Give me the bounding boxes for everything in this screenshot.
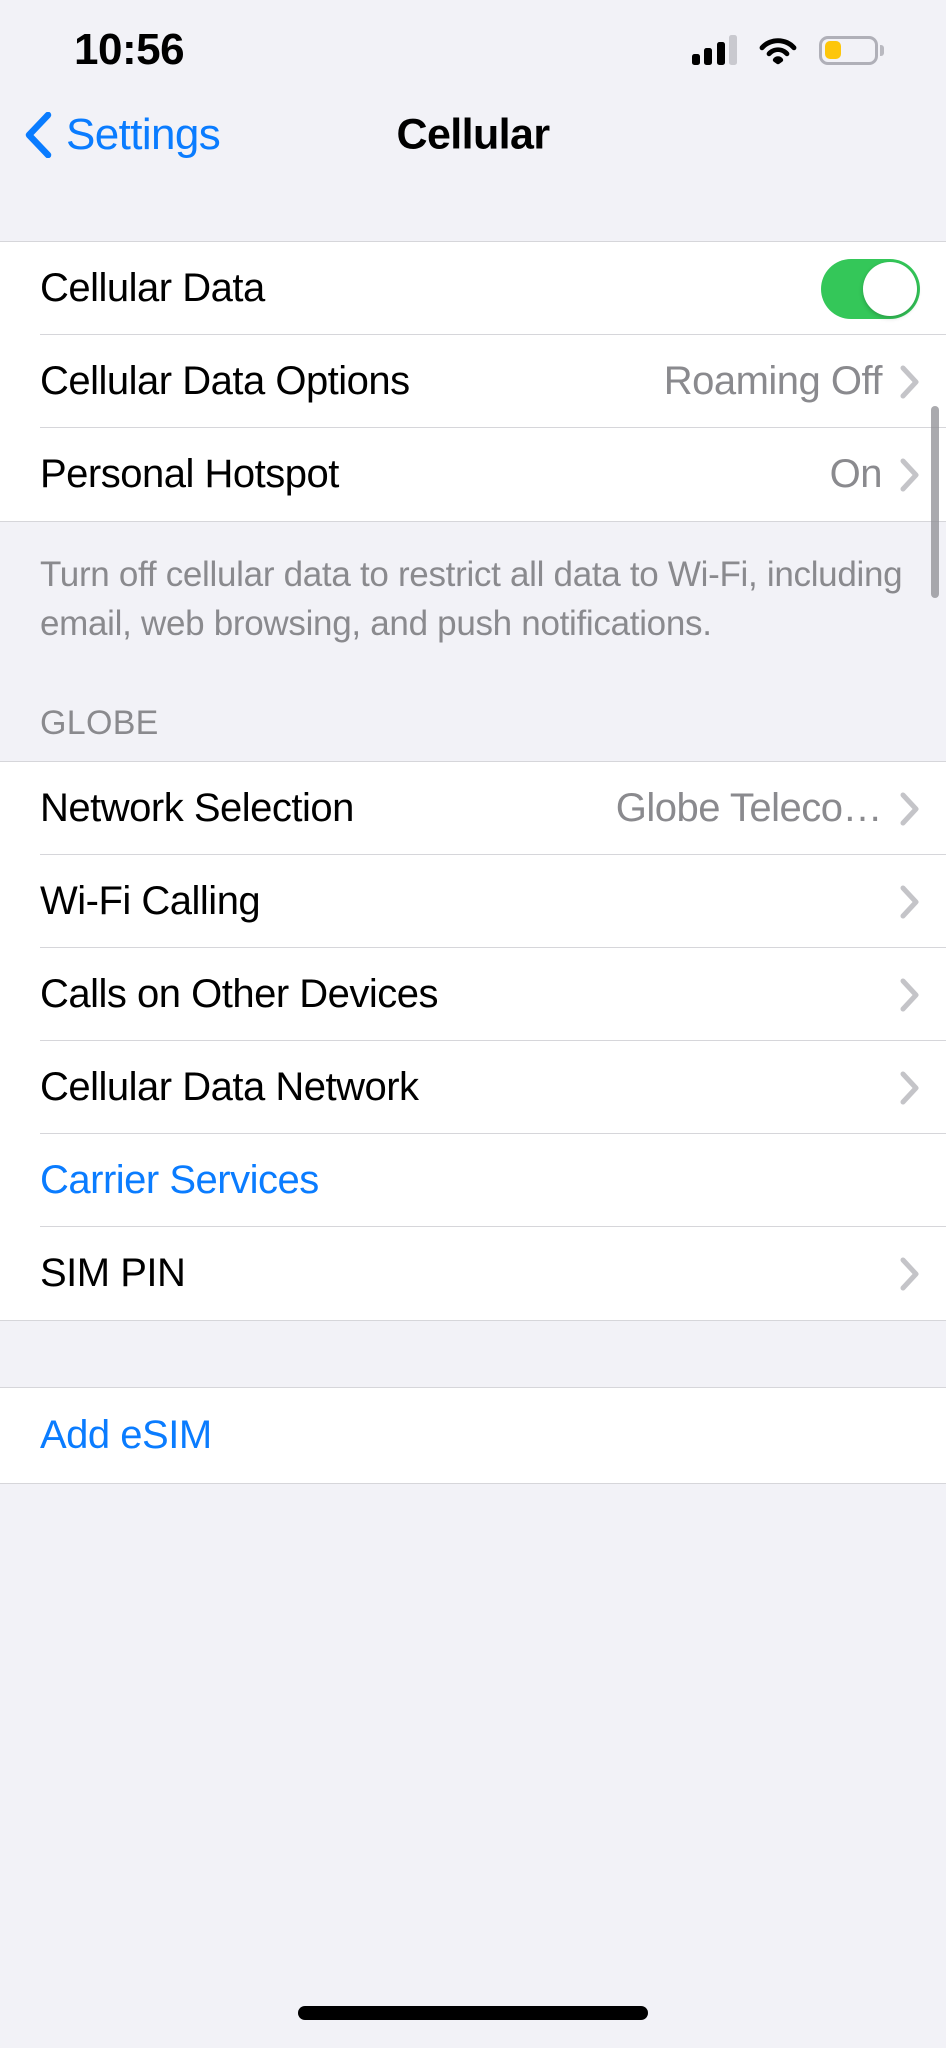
row-carrier-services[interactable]: Carrier Services [0, 1134, 946, 1227]
chevron-right-icon [900, 458, 919, 491]
row-calls-on-other-devices-label: Calls on Other Devices [40, 972, 439, 1016]
row-personal-hotspot-label: Personal Hotspot [40, 452, 339, 496]
row-network-selection[interactable]: Network Selection Globe Teleco… [0, 762, 946, 855]
top-spacer [0, 178, 946, 241]
back-button[interactable]: Settings [0, 110, 221, 160]
row-wifi-calling[interactable]: Wi-Fi Calling [0, 855, 946, 948]
row-cellular-data-network[interactable]: Cellular Data Network [0, 1041, 946, 1134]
carrier-section-header: GLOBE [0, 648, 946, 761]
chevron-right-icon [900, 792, 919, 825]
row-cellular-data-label: Cellular Data [40, 266, 265, 310]
home-indicator[interactable] [298, 2006, 648, 2020]
cellular-data-toggle[interactable] [821, 258, 920, 319]
wifi-icon [759, 38, 797, 65]
row-add-esim[interactable]: Add eSIM [0, 1388, 946, 1483]
status-bar-indicators [691, 35, 884, 65]
back-button-label: Settings [66, 110, 221, 159]
row-cellular-data-options[interactable]: Cellular Data Options Roaming Off [0, 335, 946, 428]
bottom-spacer [0, 1484, 946, 1544]
chevron-right-icon [900, 885, 919, 918]
battery-icon [819, 35, 884, 65]
row-cellular-data[interactable]: Cellular Data [0, 242, 946, 335]
row-add-esim-label: Add eSIM [40, 1413, 212, 1457]
home-indicator-area [0, 1930, 946, 2048]
status-bar-clock: 10:56 [74, 25, 185, 74]
chevron-right-icon [900, 1257, 919, 1290]
row-wifi-calling-label: Wi-Fi Calling [40, 879, 261, 923]
cellular-data-footer-text: Turn off cellular data to restrict all d… [0, 522, 946, 648]
row-sim-pin[interactable]: SIM PIN [0, 1227, 946, 1320]
chevron-right-icon [900, 365, 919, 398]
row-sim-pin-label: SIM PIN [40, 1251, 186, 1295]
cellular-signal-icon [691, 35, 737, 65]
carrier-group: Network Selection Globe Teleco… Wi-Fi Ca… [0, 761, 946, 1321]
cellular-data-footer-block: Turn off cellular data to restrict all d… [0, 522, 946, 648]
chevron-right-icon [900, 978, 919, 1011]
row-network-selection-value: Globe Teleco… [615, 786, 883, 830]
navigation-bar: Settings Cellular [0, 92, 946, 178]
row-network-selection-label: Network Selection [40, 786, 354, 830]
row-personal-hotspot[interactable]: Personal Hotspot On [0, 428, 946, 521]
vertical-scrollbar[interactable] [931, 406, 939, 598]
row-calls-on-other-devices[interactable]: Calls on Other Devices [0, 948, 946, 1041]
row-personal-hotspot-value: On [829, 452, 883, 496]
chevron-right-icon [900, 1071, 919, 1104]
esim-group: Add eSIM [0, 1387, 946, 1484]
status-bar: 10:56 [0, 0, 946, 92]
chevron-left-icon [25, 112, 52, 158]
settings-scroll-area[interactable]: Cellular Data Cellular Data Options Roam… [0, 178, 946, 1544]
cellular-data-group: Cellular Data Cellular Data Options Roam… [0, 241, 946, 522]
row-cellular-data-options-value: Roaming Off [663, 359, 883, 403]
iphone-screen: 10:56 Settings Cellular Cellular Data Ce… [0, 0, 946, 2048]
cellular-data-toggle-knob [863, 261, 917, 316]
row-carrier-services-label: Carrier Services [40, 1158, 319, 1202]
esim-section-spacer [0, 1321, 946, 1387]
row-cellular-data-network-label: Cellular Data Network [40, 1065, 419, 1109]
row-cellular-data-options-label: Cellular Data Options [40, 359, 410, 403]
